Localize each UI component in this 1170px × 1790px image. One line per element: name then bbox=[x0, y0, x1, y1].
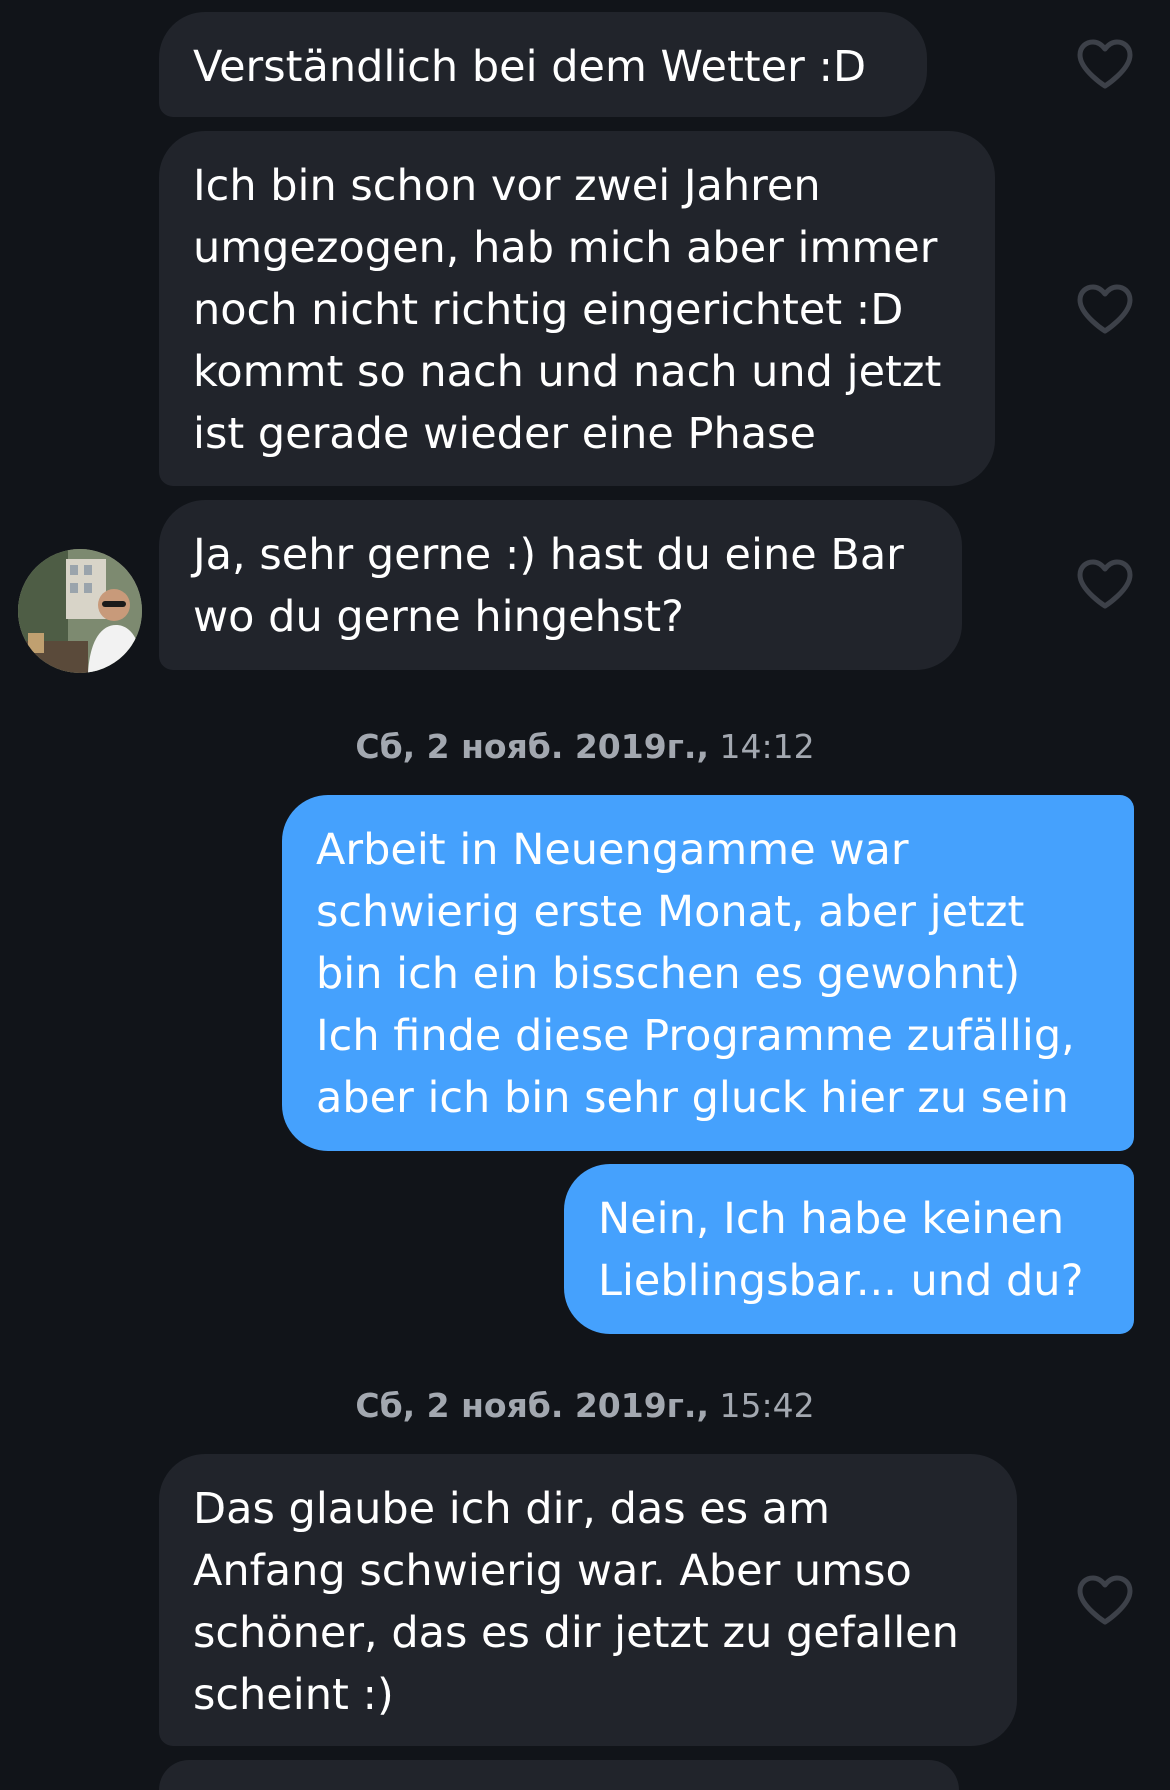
date-label: Сб, 2 нояб. 2019г., bbox=[355, 1386, 709, 1425]
time-label: 14:12 bbox=[719, 727, 815, 766]
message-bubble-incoming[interactable]: Das glaube ich dir, das es am Anfang sch… bbox=[159, 1454, 1017, 1746]
message-bubble-incoming-partial[interactable] bbox=[159, 1760, 959, 1790]
date-separator: Сб, 2 нояб. 2019г., 14:12 bbox=[0, 727, 1170, 767]
avatar[interactable] bbox=[18, 549, 142, 673]
date-label: Сб, 2 нояб. 2019г., bbox=[355, 727, 709, 766]
heart-outline-icon[interactable] bbox=[1076, 38, 1134, 90]
message-bubble-incoming[interactable]: Verständlich bei dem Wetter :D bbox=[159, 12, 927, 117]
heart-outline-icon[interactable] bbox=[1076, 558, 1134, 610]
message-bubble-incoming[interactable]: Ja, sehr gerne :) hast du eine Bar wo du… bbox=[159, 500, 962, 670]
heart-outline-icon[interactable] bbox=[1076, 1574, 1134, 1626]
heart-outline-icon[interactable] bbox=[1076, 283, 1134, 335]
time-label: 15:42 bbox=[719, 1386, 815, 1425]
profile-photo bbox=[18, 549, 142, 673]
message-bubble-outgoing[interactable]: Arbeit in Neuengamme war schwierig erste… bbox=[282, 795, 1134, 1151]
message-bubble-outgoing[interactable]: Nein, Ich habe keinen Lieblingsbar... un… bbox=[564, 1164, 1134, 1334]
message-bubble-incoming[interactable]: Ich bin schon vor zwei Jahren umgezogen,… bbox=[159, 131, 995, 486]
date-separator: Сб, 2 нояб. 2019г., 15:42 bbox=[0, 1386, 1170, 1426]
